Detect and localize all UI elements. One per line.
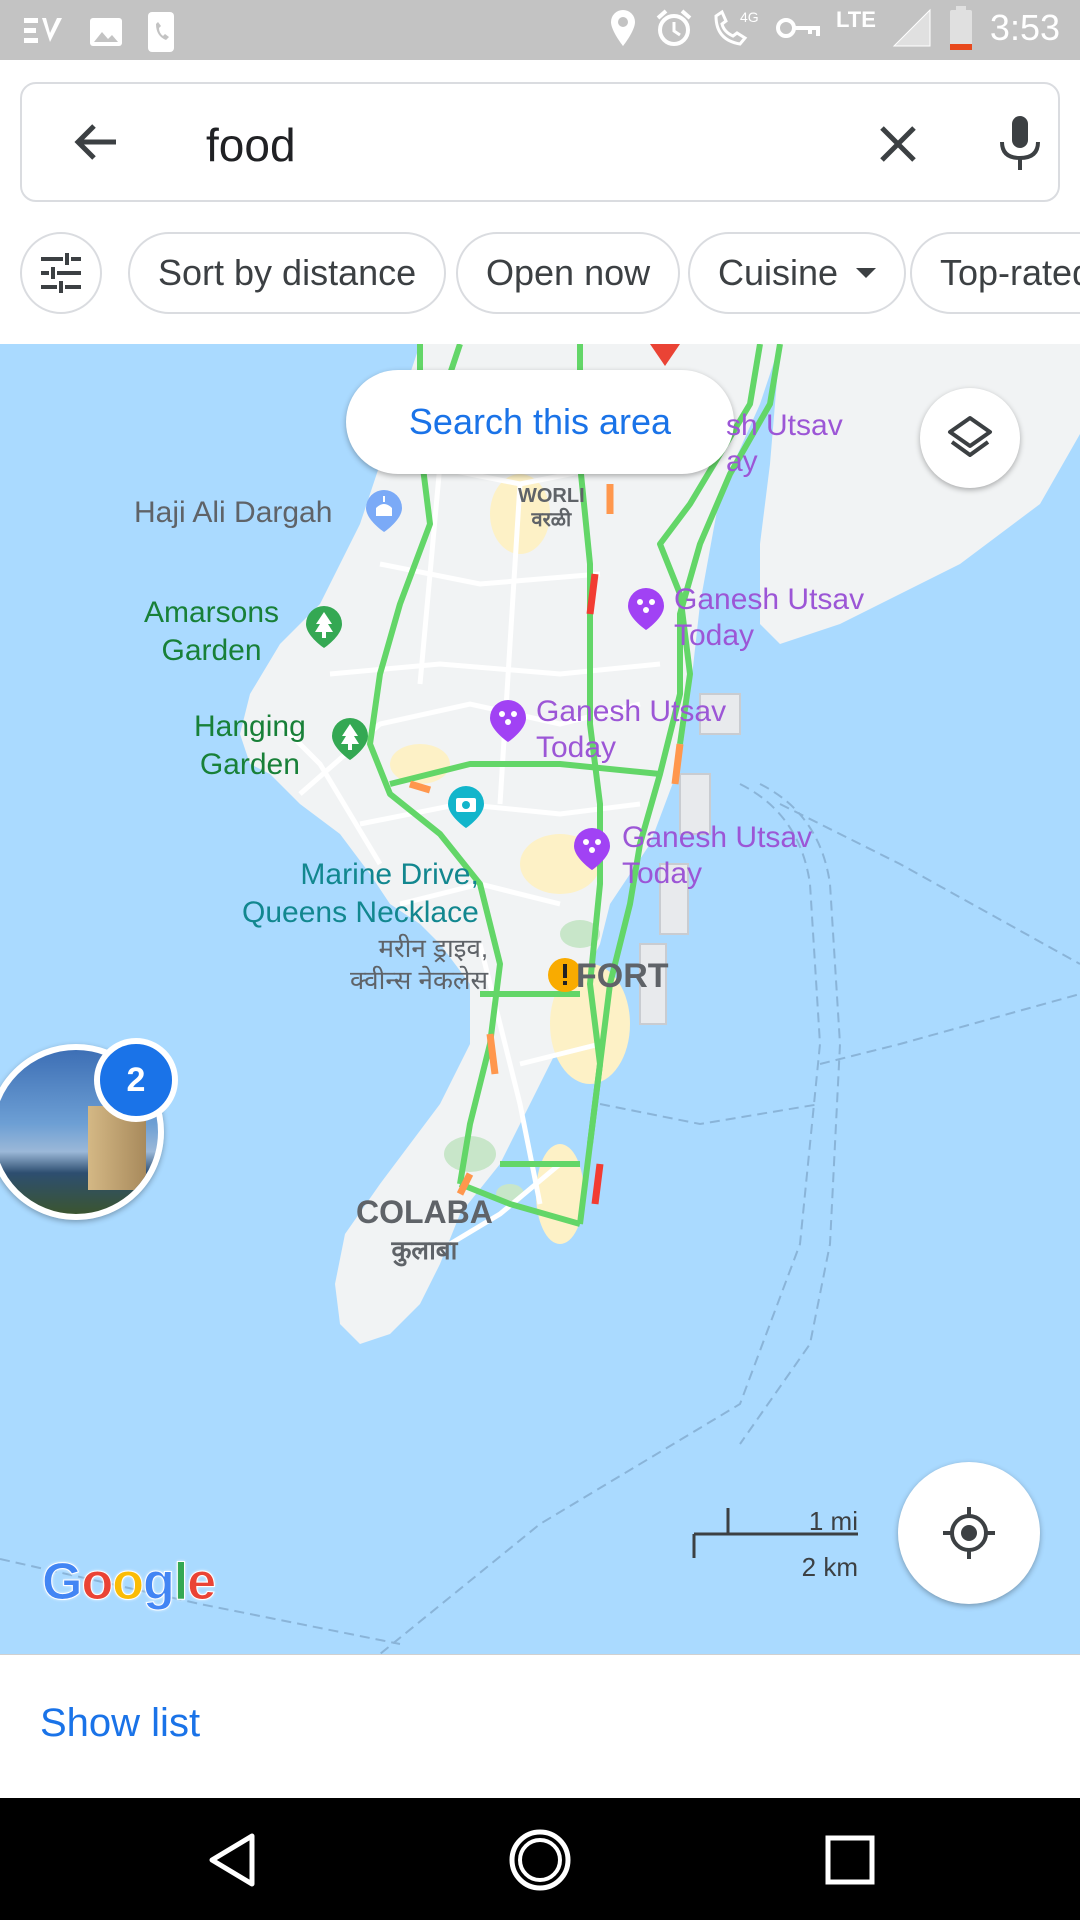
place-name: Hanging [194, 710, 306, 743]
chip-label: Cuisine [718, 252, 839, 293]
chip-label: Open now [486, 252, 651, 293]
filter-chips: Sort by distance Open now Cuisine Top-ra… [0, 232, 1080, 316]
my-location-icon [943, 1507, 995, 1559]
dropdown-caret-icon [856, 268, 877, 278]
cuisine-chip[interactable]: Cuisine [688, 232, 907, 314]
location-icon [611, 10, 635, 46]
volte-call-icon: 4G [714, 9, 759, 46]
arrow-back-icon[interactable] [66, 112, 126, 172]
place-sub: ay [726, 445, 758, 478]
signal-icon [892, 8, 931, 47]
phone-icon [148, 12, 174, 52]
vpn-key-icon [776, 18, 820, 38]
place-name: Haji Ali Dargah [134, 496, 333, 529]
search-query[interactable]: food [206, 118, 296, 172]
layers-button[interactable] [920, 388, 1020, 488]
mic-icon[interactable] [990, 112, 1050, 176]
fort-label: FORT [576, 956, 669, 996]
area-name: FORT [576, 957, 669, 995]
tune-icon [41, 253, 81, 293]
park-pin-icon[interactable] [304, 604, 344, 650]
ev-app-icon [24, 18, 62, 43]
place-name: Ganesh Utsav [674, 583, 865, 616]
search-this-area-button[interactable]: Search this area [346, 370, 734, 474]
layers-icon [948, 416, 992, 457]
mosque-pin-icon[interactable] [364, 488, 404, 534]
battery-low-icon [949, 6, 972, 50]
photo-count-badge[interactable]: 2 [94, 1038, 178, 1122]
place-sub: Today [536, 731, 617, 764]
ganesh-utsav-label-top[interactable]: sh Utsav ay [726, 408, 843, 480]
area-name: COLABA [356, 1194, 493, 1230]
place-local-name: क्वीन्स नेकलेस [350, 965, 489, 995]
map-view[interactable]: Search this area sh Utsav ay Haji Ali Dar… [0, 344, 1080, 1654]
top-rated-chip[interactable]: Top-rated [910, 232, 1080, 314]
ganesh-utsav-label-3[interactable]: Ganesh Utsav Today [622, 820, 812, 892]
system-nav-bar [0, 1798, 1080, 1920]
network-type: LTE [836, 7, 876, 32]
chip-label: Sort by distance [158, 252, 417, 293]
bottom-sheet: Show list [0, 1654, 1080, 1798]
scale-kilometers: 2 km [801, 1552, 858, 1582]
show-list-button[interactable]: Show list [40, 1701, 200, 1746]
area-local-name: कुलाबा [391, 1235, 458, 1265]
chip-label: Top-rated [940, 252, 1080, 293]
alarm-icon [656, 9, 692, 46]
nav-recents-icon[interactable] [818, 1828, 882, 1892]
camera-pin-icon[interactable] [446, 784, 486, 830]
scale-miles: 1 mi [808, 1506, 858, 1536]
haji-ali-label[interactable]: Haji Ali Dargah [134, 496, 332, 530]
marine-drive-label[interactable]: Marine Drive, Queens Necklace [242, 856, 479, 932]
park-pin-icon[interactable] [330, 716, 370, 762]
place-name: Amarsons [144, 596, 280, 629]
event-pin-icon[interactable] [626, 586, 666, 632]
event-pin-icon[interactable] [572, 826, 612, 872]
place-sub: Today [622, 857, 703, 890]
my-location-button[interactable] [898, 1462, 1040, 1604]
map-scale: 1 mi 2 km [692, 1506, 858, 1586]
place-name: Ganesh Utsav [536, 695, 727, 728]
place-local-name: मरीन ड्राइव, [378, 933, 489, 963]
place-name: Ganesh Utsav [622, 821, 813, 854]
svg-text:4G: 4G [740, 9, 759, 25]
place-name: sh Utsav [726, 409, 843, 442]
hanging-garden-label[interactable]: Hanging Garden [194, 708, 306, 784]
area-local-name: वरळी [531, 509, 572, 531]
ganesh-utsav-label-2[interactable]: Ganesh Utsav Today [536, 694, 726, 766]
event-pin-icon[interactable] [488, 698, 528, 744]
sort-by-distance-chip[interactable]: Sort by distance [128, 232, 447, 314]
filter-button[interactable] [20, 232, 102, 314]
open-now-chip[interactable]: Open now [456, 232, 681, 314]
image-icon [90, 18, 122, 46]
place-name: Garden [199, 748, 300, 781]
status-bar: 4G LTE 3:53 [0, 0, 1080, 60]
worli-label: WORLI वरळी [518, 484, 585, 532]
place-sub: Today [674, 619, 755, 652]
ganesh-utsav-label-1[interactable]: Ganesh Utsav Today [674, 582, 864, 654]
map-base [0, 344, 1080, 1654]
place-name: Marine Drive, [300, 858, 479, 891]
place-name: Queens Necklace [242, 896, 479, 929]
area-name: WORLI [518, 485, 585, 507]
count-value: 2 [126, 1060, 146, 1099]
amarsons-garden-label[interactable]: Amarsons Garden [144, 594, 279, 670]
nav-back-icon[interactable] [200, 1828, 264, 1892]
search-bar[interactable]: food [20, 82, 1060, 202]
nav-home-icon[interactable] [508, 1828, 572, 1892]
search-area-label: Search this area [408, 401, 672, 442]
colaba-label: COLABA कुलाबा [356, 1194, 493, 1268]
place-name: Garden [161, 634, 262, 667]
google-logo: Google [41, 1553, 216, 1612]
clock: 3:53 [989, 7, 1060, 48]
close-icon[interactable] [868, 114, 928, 174]
marine-drive-local-label: मरीन ड्राइव, क्वीन्स नेकलेस [350, 932, 488, 996]
